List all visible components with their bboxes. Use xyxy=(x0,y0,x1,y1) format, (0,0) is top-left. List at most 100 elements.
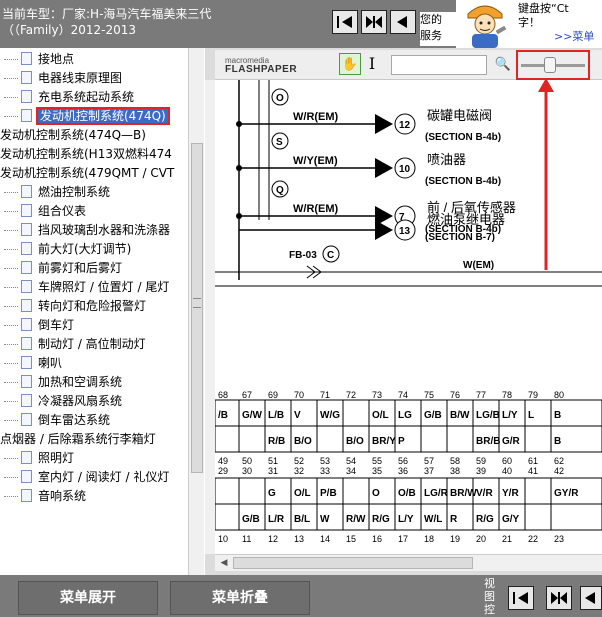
view-prev-button[interactable] xyxy=(508,586,534,610)
hand-tool-icon[interactable]: ✋ xyxy=(339,53,361,75)
pin-number: 58 xyxy=(450,456,460,466)
document-icon xyxy=(21,242,32,255)
tree-item[interactable]: 照明灯 xyxy=(0,449,74,468)
prev-page-button[interactable] xyxy=(332,10,358,34)
tree-item[interactable]: 点烟器 / 后除霜系统行李箱灯 xyxy=(0,430,156,449)
pin-number: 62 xyxy=(554,456,564,466)
pin-number: 77 xyxy=(476,390,486,400)
tree-item[interactable]: 喇叭 xyxy=(0,354,62,373)
wire-code: B/W xyxy=(450,410,470,421)
tree-item[interactable]: 冷凝器风扇系统 xyxy=(0,392,122,411)
viewer-horizontal-scrollbar[interactable]: ◀ xyxy=(215,554,602,571)
document-icon xyxy=(21,375,32,388)
next-page-button[interactable] xyxy=(390,10,416,34)
menu-expand-button[interactable]: 菜单展开 xyxy=(18,581,158,615)
tree-connector xyxy=(4,249,18,250)
tree-item[interactable]: 制动灯 / 高位制动灯 xyxy=(0,335,146,354)
sidebar-scroll-thumb[interactable] xyxy=(191,143,203,473)
splice-label: Q xyxy=(276,185,284,196)
tree-item[interactable]: 前雾灯和后雾灯 xyxy=(0,259,122,278)
view-next-button[interactable] xyxy=(580,586,602,610)
tree-connector xyxy=(4,268,18,269)
tree-item[interactable]: 组合仪表 xyxy=(0,202,86,221)
tree-item[interactable]: 电器线束原理图 xyxy=(0,69,122,88)
tree-item-label: 点烟器 / 后除霜系统行李箱灯 xyxy=(0,432,156,446)
pin-number: 12 xyxy=(268,534,278,544)
tree-item[interactable]: 发动机控制系统(H13双燃料474 xyxy=(0,145,172,164)
arrow-left-bar-icon xyxy=(513,592,528,604)
pin-number: 73 xyxy=(372,390,382,400)
pin-number: 72 xyxy=(346,390,356,400)
tree-item[interactable]: 挡风玻璃刮水器和洗涤器 xyxy=(0,221,170,240)
tree-item[interactable]: 加热和空调系统 xyxy=(0,373,122,392)
section-label: (SECTION B-4b) xyxy=(425,176,501,187)
tree-connector xyxy=(4,477,18,478)
scroll-left-icon[interactable]: ◀ xyxy=(217,557,231,569)
viewer-left-scrollbar[interactable] xyxy=(205,80,215,554)
vehicle-line-1: 当前车型：厂家:H-海马汽车福美来三代 xyxy=(2,7,212,21)
tree-item-label: 音响系统 xyxy=(38,489,87,503)
document-icon xyxy=(21,204,32,217)
tree-item[interactable]: 充电系统起动系统 xyxy=(0,88,134,107)
tree-item[interactable]: 接地点 xyxy=(0,50,74,69)
viewer-search-input[interactable] xyxy=(391,55,487,75)
pin-number: 80 xyxy=(554,390,564,400)
tree-item[interactable]: 车牌照灯 / 位置灯 / 尾灯 xyxy=(0,278,169,297)
tree-item[interactable]: 转向灯和危险报警灯 xyxy=(0,297,146,316)
help-tip: 键盘按“Ct 字！ >>菜单 xyxy=(514,0,602,48)
tree-item[interactable]: 倒车雷达系统 xyxy=(0,411,110,430)
pin-number: 13 xyxy=(294,534,304,544)
pin-number: 53 xyxy=(320,456,330,466)
pin-number: 17 xyxy=(398,534,408,544)
scroll-grip-icon xyxy=(193,298,201,308)
tree-item[interactable]: 音响系统 xyxy=(0,487,86,506)
tree-item[interactable]: 发动机控制系统(474Q—B) xyxy=(0,126,146,145)
document-icon xyxy=(21,52,32,65)
tree-item[interactable]: 发动机控制系统(474Q) xyxy=(0,107,170,126)
menu-link[interactable]: >>菜单 xyxy=(554,30,594,44)
view-fit-button[interactable] xyxy=(546,586,572,610)
view-control-label: 视图控 xyxy=(484,577,495,616)
pin-number: 57 xyxy=(424,456,434,466)
wire-code: R/W xyxy=(346,514,366,525)
wire-code: LG/R xyxy=(424,488,449,499)
wire-code: Y/R xyxy=(502,488,519,499)
pin-number: 54 xyxy=(346,456,356,466)
menu-collapse-button[interactable]: 菜单折叠 xyxy=(170,581,310,615)
wire-code: P xyxy=(398,436,405,447)
wire-code: LG/B xyxy=(476,410,500,421)
tree-item[interactable]: 室内灯 / 阅读灯 / 礼仪灯 xyxy=(0,468,169,487)
arrow-marker xyxy=(375,158,393,178)
tree-connector xyxy=(4,59,18,60)
text-select-icon[interactable]: I xyxy=(365,54,379,76)
menu-tree[interactable]: 接地点 电器线束原理图 充电系统起动系统 发动机控制系统(474Q) 发动机控制系统(4… xyxy=(0,48,204,575)
bus-label: W(EM) xyxy=(463,260,494,271)
fit-page-button[interactable] xyxy=(361,10,387,34)
viewer-scroll-thumb[interactable] xyxy=(233,557,473,569)
tree-item[interactable]: 燃油控制系统 xyxy=(0,183,110,202)
pin-number: 70 xyxy=(294,390,304,400)
tree-connector xyxy=(4,325,18,326)
tree-item[interactable]: 前大灯(大灯调节) xyxy=(0,240,131,259)
sidebar-scrollbar[interactable] xyxy=(188,48,204,575)
tree-item-label: 制动灯 / 高位制动灯 xyxy=(38,337,146,351)
tree-item[interactable]: 倒车灯 xyxy=(0,316,74,335)
document-icon xyxy=(21,90,32,103)
document-icon xyxy=(21,185,32,198)
tree-item-label: 加热和空调系统 xyxy=(38,375,123,389)
wire-code: G/W xyxy=(242,410,263,421)
wire-code: W/G xyxy=(320,410,340,421)
search-icon[interactable]: 🔍 xyxy=(493,55,513,75)
wire-code: V/R xyxy=(476,488,493,499)
tree-connector xyxy=(4,363,18,364)
wire-color-label: W/R(EM) xyxy=(293,203,339,215)
tree-item[interactable]: 发动机控制系统(479QMT / CVT xyxy=(0,164,174,183)
pin-number: 39 xyxy=(476,466,486,476)
pin-number: 18 xyxy=(424,534,434,544)
wire-code: B xyxy=(554,436,561,447)
wire-color-label: W/R(EM) xyxy=(293,111,339,123)
pin-number: 38 xyxy=(450,466,460,476)
wire-code: G/Y xyxy=(502,514,520,525)
tree-connector xyxy=(4,496,18,497)
pin-number: 49 xyxy=(218,456,228,466)
